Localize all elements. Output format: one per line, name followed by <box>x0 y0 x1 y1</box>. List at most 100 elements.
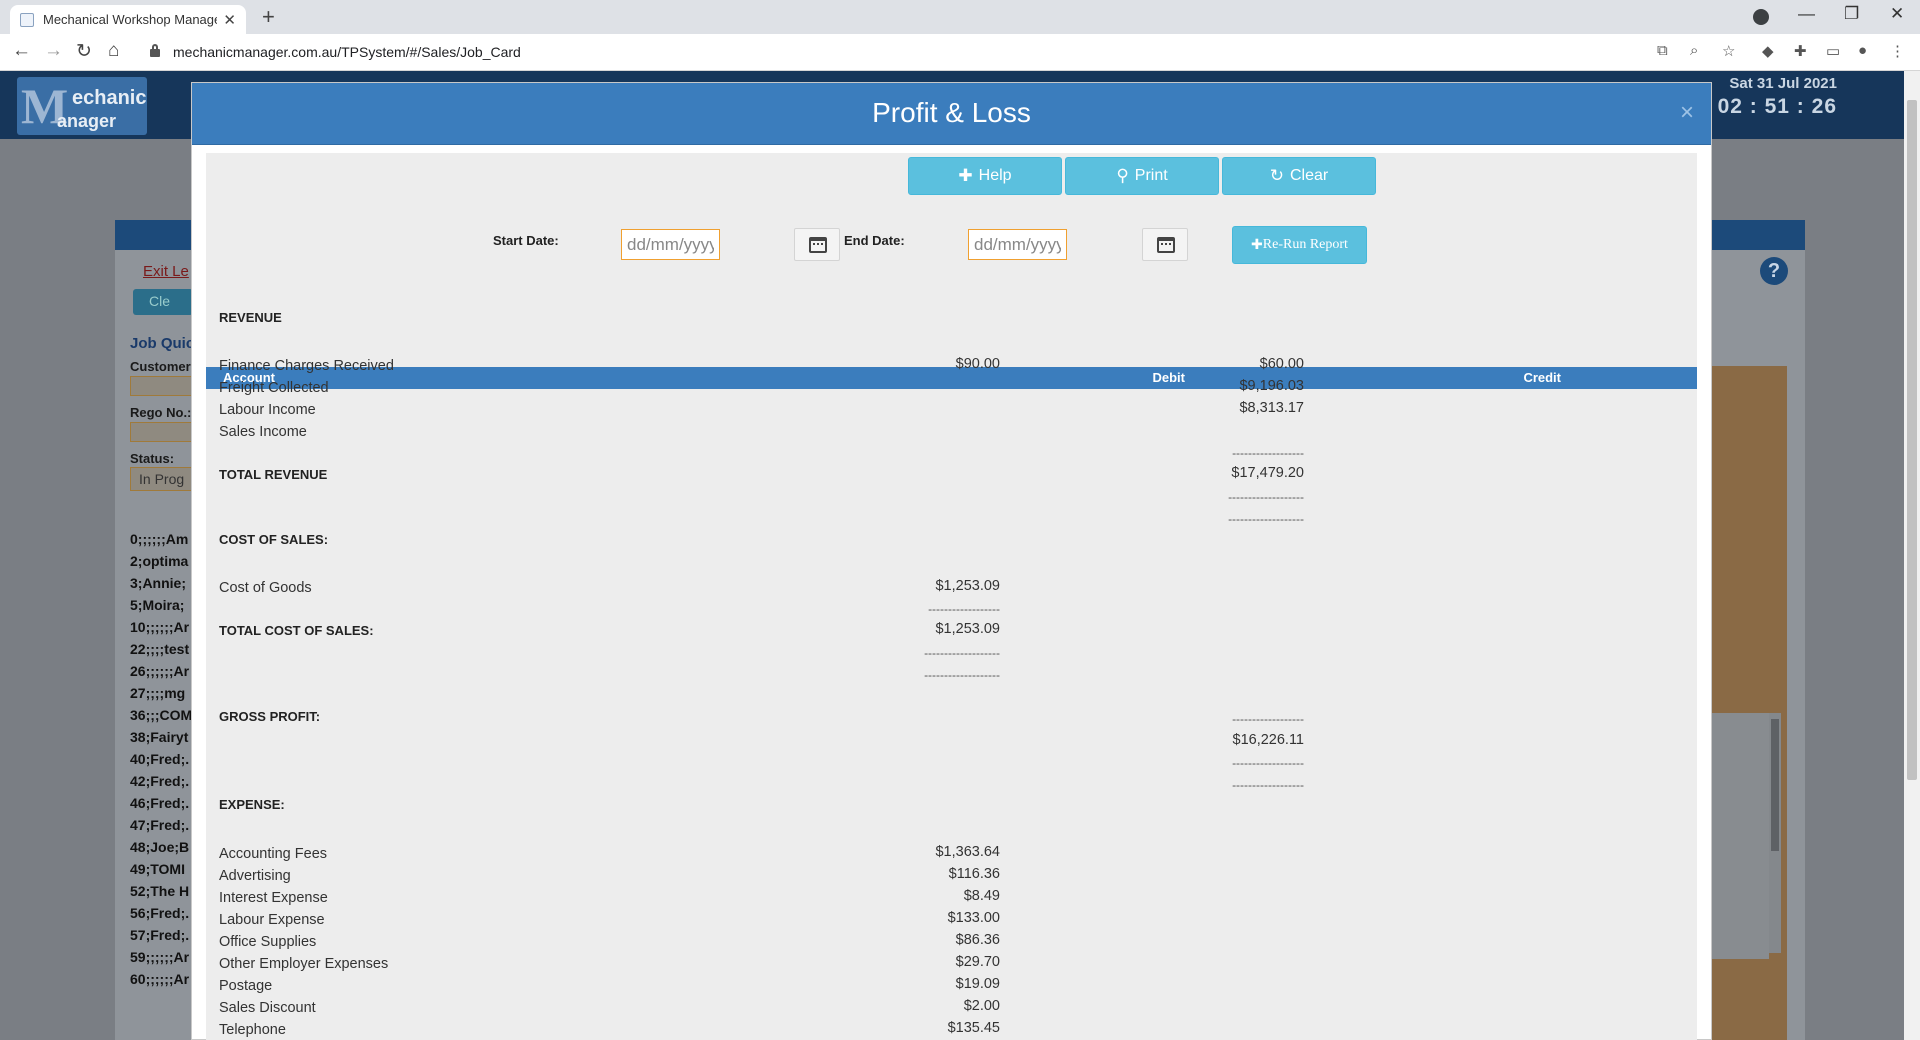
clear-button[interactable]: ↻ Clear <box>1222 157 1376 195</box>
account-name: Labour Expense <box>219 912 325 928</box>
job-list-item[interactable]: 46;Fred;. <box>130 795 192 817</box>
credit-amount: $8,313.17 <box>1239 400 1304 416</box>
account-name: Freight Collected <box>219 380 329 396</box>
minimize-icon[interactable]: — <box>1798 4 1815 24</box>
start-date-calendar-button[interactable] <box>794 228 840 261</box>
restore-icon[interactable]: ❐ <box>1844 4 1859 24</box>
background-clear-button[interactable]: Cle <box>133 289 193 315</box>
subtotal-rule: ------------------ <box>1232 446 1304 460</box>
mechanic-manager-logo[interactable]: M echanic anager <box>17 77 147 135</box>
job-list-item[interactable]: 36;;;COM <box>130 707 192 729</box>
report-account-row: Cost of Goods $1,253.09 <box>206 578 1697 598</box>
home-icon[interactable]: ⌂ <box>108 40 119 62</box>
debit-amount: $1,253.09 <box>935 621 1000 637</box>
job-list-item[interactable]: 40;Fred;. <box>130 751 192 773</box>
new-tab-icon[interactable]: + <box>262 4 275 30</box>
open-in-app-icon[interactable]: ⧉ <box>1657 42 1668 59</box>
debit-amount: $1,363.64 <box>935 844 1000 860</box>
report-section-row: TOTAL REVENUE $17,479.20 <box>206 465 1697 485</box>
plus-icon: ✚ <box>958 166 973 185</box>
report-account-row: Other Employer Expenses $29.70 <box>206 954 1697 974</box>
job-list-item[interactable]: 59;;;;;;Ar <box>130 949 192 971</box>
job-list-item[interactable]: 2;optima <box>130 553 192 575</box>
subtotal-rule: ------------------ <box>1232 712 1304 726</box>
account-name: Office Supplies <box>219 934 317 950</box>
tab-search-icon[interactable] <box>1753 9 1769 25</box>
bookmark-star-icon[interactable]: ☆ <box>1722 42 1735 60</box>
job-quick-title: Job Quic <box>130 335 195 352</box>
debit-amount: $19.09 <box>955 976 1000 992</box>
subtotal-rule: ------------------- <box>1228 490 1304 504</box>
end-date-calendar-button[interactable] <box>1142 228 1188 261</box>
print-button[interactable]: ⚲ Print <box>1065 157 1219 195</box>
window-close-icon[interactable]: ✕ <box>1890 4 1904 24</box>
side-list-scroll-thumb[interactable] <box>1771 719 1779 851</box>
search-icon: ⚲ <box>1116 166 1129 185</box>
reload-icon[interactable]: ↻ <box>76 40 92 63</box>
start-date-input[interactable] <box>621 229 720 260</box>
page-scroll-thumb[interactable] <box>1907 100 1917 780</box>
report-account-row: Freight Collected $9,196.03 <box>206 378 1697 398</box>
customer-input[interactable] <box>130 376 192 396</box>
report-account-row: Labour Expense $133.00 <box>206 910 1697 930</box>
refresh-icon: ↻ <box>1269 166 1284 185</box>
back-icon[interactable]: ← <box>12 40 31 62</box>
job-list-item[interactable]: 48;Joe;B <box>130 839 192 861</box>
job-list-item[interactable]: 52;The H <box>130 883 192 905</box>
subtotal-rule: ------------------ <box>928 602 1000 616</box>
job-list-item[interactable]: 3;Annie; <box>130 575 192 597</box>
job-list-item[interactable]: 5;Moira; <box>130 597 192 619</box>
job-list-item[interactable]: 60;;;;;;Ar <box>130 971 192 993</box>
page-favicon-icon <box>20 12 34 27</box>
browser-tab[interactable]: Mechanical Workshop Managem ✕ <box>10 5 246 34</box>
forward-icon[interactable]: → <box>44 40 63 62</box>
profile-icon[interactable]: ● <box>1858 42 1867 59</box>
tab-close-icon[interactable]: ✕ <box>223 11 236 29</box>
job-list-item[interactable]: 0;;;;;;Am <box>130 531 192 553</box>
zoom-icon[interactable]: ⌕ <box>1690 42 1698 59</box>
rego-label: Rego No.: <box>130 405 192 420</box>
job-list-item[interactable]: 22;;;;test <box>130 641 192 663</box>
extensions-puzzle-icon[interactable]: ✚ <box>1794 42 1807 60</box>
job-list-item[interactable]: 26;;;;;;Ar <box>130 663 192 685</box>
header-clock: 02 : 51 : 26 <box>1717 95 1837 118</box>
calendar-icon <box>809 237 827 253</box>
report-account-row: Telephone $135.45 <box>206 1020 1697 1040</box>
account-name: Labour Income <box>219 402 316 418</box>
profit-loss-modal: Profit & Loss × ✚ Help ⚲ Print ↻ Clear Star… <box>191 82 1712 1040</box>
end-date-input[interactable] <box>968 229 1067 260</box>
help-button[interactable]: ✚ Help <box>908 157 1062 195</box>
modal-header: Profit & Loss × <box>192 83 1711 145</box>
address-bar[interactable]: mechanicmanager.com.au/TPSystem/#/Sales/… <box>138 39 1738 66</box>
report-account-row: Sales Discount $2.00 <box>206 998 1697 1018</box>
job-list-item[interactable]: 56;Fred;. <box>130 905 192 927</box>
job-list-item[interactable]: 38;Fairyt <box>130 729 192 751</box>
report-area: ✚Help ⚲Print ↻Clear Start Date: End Date… <box>206 153 1697 1040</box>
cast-icon[interactable]: ▭ <box>1826 42 1840 60</box>
status-label: Status: <box>130 451 175 466</box>
rerun-report-button[interactable]: ✚ Re-Run Report <box>1232 226 1367 264</box>
job-list-item[interactable]: 57;Fred;. <box>130 927 192 949</box>
report-account-row: Postage $19.09 <box>206 976 1697 996</box>
status-select[interactable]: In Prog <box>130 467 192 491</box>
url-text: mechanicmanager.com.au/TPSystem/#/Sales/… <box>173 44 521 60</box>
account-name: COST OF SALES: <box>219 532 329 547</box>
debit-amount: $1,253.09 <box>935 578 1000 594</box>
report-account-row: Advertising $116.36 <box>206 866 1697 886</box>
subtotal-rule: ------------------- <box>924 646 1000 660</box>
exit-link[interactable]: Exit Le <box>143 263 189 280</box>
modal-close-icon[interactable]: × <box>1680 99 1694 127</box>
help-icon[interactable]: ? <box>1760 257 1788 285</box>
header-date: Sat 31 Jul 2021 <box>1729 75 1837 92</box>
job-list-item[interactable]: 27;;;;mg <box>130 685 192 707</box>
menu-icon[interactable]: ⋮ <box>1890 42 1905 60</box>
report-account-row: Office Supplies $86.36 <box>206 932 1697 952</box>
modal-title: Profit & Loss <box>872 97 1031 128</box>
job-list-item[interactable]: 49;TOMI <box>130 861 192 883</box>
job-list-item[interactable]: 10;;;;;;Ar <box>130 619 192 641</box>
extension-icon[interactable]: ◆ <box>1762 42 1774 60</box>
job-list-item[interactable]: 47;Fred;. <box>130 817 192 839</box>
job-list-item[interactable]: 42;Fred;. <box>130 773 192 795</box>
rego-input[interactable] <box>130 422 192 442</box>
debit-amount: $86.36 <box>955 932 1000 948</box>
